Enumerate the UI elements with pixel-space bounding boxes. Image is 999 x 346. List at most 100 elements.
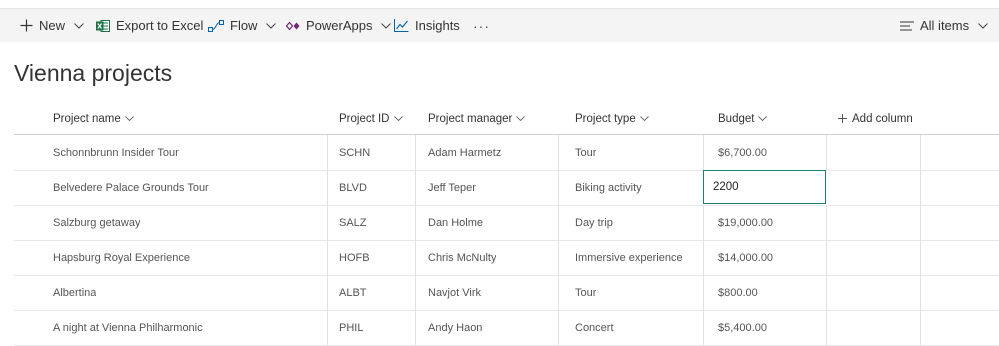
chevron-down-icon (381, 22, 392, 29)
table-row[interactable]: A night at Vienna Philharmonic PHIL Andy… (14, 310, 999, 346)
cell-project-type[interactable]: Concert (575, 310, 614, 345)
cell-project-name[interactable]: Hapsburg Royal Experience (53, 240, 190, 275)
column-header-label: Project ID (339, 112, 390, 125)
column-divider (826, 275, 827, 310)
column-divider (558, 135, 559, 170)
column-divider (826, 240, 827, 275)
column-divider (826, 310, 827, 345)
chevron-down-icon (978, 22, 988, 29)
table-row[interactable]: Albertina ALBT Navjot Virk Tour $800.00 (14, 275, 999, 311)
column-divider (920, 205, 921, 240)
view-lines-icon (900, 20, 914, 31)
cell-budget[interactable]: $6,700.00 (718, 135, 767, 170)
column-header-label: Budget (718, 112, 755, 125)
cell-project-id[interactable]: ALBT (339, 275, 367, 310)
page-title: Vienna projects (14, 60, 173, 86)
column-divider (415, 240, 416, 275)
column-header-row: Project name Project ID Project manager … (14, 103, 999, 135)
insights-button[interactable]: Insights (394, 9, 460, 42)
cell-project-manager[interactable]: Jeff Teper (428, 170, 476, 205)
column-divider (415, 310, 416, 345)
new-button[interactable]: New (20, 9, 84, 42)
table-row[interactable]: Salzburg getaway SALZ Dan Holme Day trip… (14, 205, 999, 241)
cell-project-id[interactable]: HOFB (339, 240, 370, 275)
column-divider (826, 135, 827, 170)
column-divider (920, 135, 921, 170)
cell-project-manager[interactable]: Dan Holme (428, 205, 483, 240)
column-divider (703, 135, 704, 170)
cell-project-manager[interactable]: Chris McNulty (428, 240, 496, 275)
cell-budget[interactable]: $5,400.00 (718, 310, 767, 345)
new-label: New (39, 18, 66, 33)
column-header-project-name[interactable]: Project name (53, 103, 134, 134)
table-row[interactable]: Belvedere Palace Grounds Tour BLVD Jeff … (14, 170, 999, 206)
column-divider (920, 275, 921, 310)
cell-project-id[interactable]: SALZ (339, 205, 367, 240)
cell-project-type[interactable]: Tour (575, 275, 596, 310)
powerapps-icon (286, 21, 300, 31)
flow-label: Flow (230, 18, 258, 33)
column-header-project-type[interactable]: Project type (575, 103, 649, 134)
plus-icon (838, 114, 847, 123)
column-header-project-id[interactable]: Project ID (339, 103, 403, 134)
export-label: Export to Excel (116, 18, 204, 33)
cell-project-type[interactable]: Immersive experience (575, 240, 683, 275)
column-divider (415, 205, 416, 240)
plus-icon (20, 19, 33, 32)
column-divider (920, 310, 921, 345)
command-bar: New Export to Excel Flow PowerApps Insig… (0, 8, 999, 42)
column-divider (327, 205, 328, 240)
column-header-label: Project manager (428, 112, 513, 125)
powerapps-button[interactable]: PowerApps (286, 9, 392, 42)
cell-project-id[interactable]: BLVD (339, 170, 367, 205)
table-row[interactable]: Schonnbrunn Insider Tour SCHN Adam Harme… (14, 135, 999, 171)
view-label: All items (920, 18, 970, 33)
chevron-down-icon (758, 116, 768, 121)
column-divider (327, 170, 328, 205)
page: New Export to Excel Flow PowerApps Insig… (0, 0, 999, 346)
column-header-budget[interactable]: Budget (718, 103, 768, 134)
cell-budget[interactable]: $14,000.00 (718, 240, 773, 275)
cell-project-manager[interactable]: Andy Haon (428, 310, 482, 345)
column-header-label: Project type (575, 112, 636, 125)
column-divider (327, 310, 328, 345)
add-column-button[interactable]: Add column (838, 103, 913, 134)
budget-edit-input[interactable] (703, 170, 826, 204)
flow-button[interactable]: Flow (208, 9, 277, 42)
cell-project-manager[interactable]: Adam Harmetz (428, 135, 501, 170)
chevron-down-icon (639, 116, 649, 121)
chevron-down-icon (516, 116, 526, 121)
column-divider (415, 275, 416, 310)
more-options-button[interactable]: ··· (473, 9, 490, 42)
table-row[interactable]: Hapsburg Royal Experience HOFB Chris McN… (14, 240, 999, 276)
powerapps-label: PowerApps (306, 18, 373, 33)
cell-project-manager[interactable]: Navjot Virk (428, 275, 481, 310)
chevron-down-icon (74, 22, 84, 29)
column-divider (558, 275, 559, 310)
column-divider (920, 240, 921, 275)
cell-budget[interactable]: $800.00 (718, 275, 758, 310)
column-divider (415, 135, 416, 170)
chevron-down-icon (124, 116, 134, 121)
column-divider (703, 205, 704, 240)
cell-project-type[interactable]: Day trip (575, 205, 613, 240)
chevron-down-icon (266, 22, 277, 29)
cell-budget[interactable]: $19,000.00 (718, 205, 773, 240)
cell-project-id[interactable]: SCHN (339, 135, 370, 170)
cell-project-name[interactable]: A night at Vienna Philharmonic (53, 310, 203, 345)
column-divider (327, 240, 328, 275)
cell-project-type[interactable]: Tour (575, 135, 596, 170)
cell-project-id[interactable]: PHIL (339, 310, 363, 345)
column-divider (327, 275, 328, 310)
cell-project-name[interactable]: Schonnbrunn Insider Tour (53, 135, 179, 170)
export-to-excel-button[interactable]: Export to Excel (96, 9, 203, 42)
cell-project-type[interactable]: Biking activity (575, 170, 642, 205)
column-divider (558, 310, 559, 345)
cell-project-name[interactable]: Belvedere Palace Grounds Tour (53, 170, 209, 205)
cell-project-name[interactable]: Salzburg getaway (53, 205, 140, 240)
view-selector[interactable]: All items (900, 9, 988, 42)
column-divider (920, 170, 921, 205)
column-header-project-manager[interactable]: Project manager (428, 103, 526, 134)
column-divider (826, 205, 827, 240)
cell-project-name[interactable]: Albertina (53, 275, 96, 310)
